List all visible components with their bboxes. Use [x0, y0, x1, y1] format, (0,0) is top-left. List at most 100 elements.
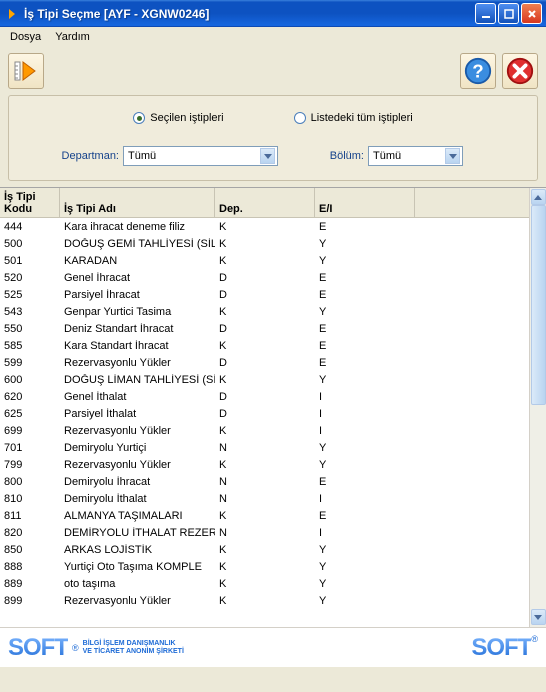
table-row[interactable]: 800Demiryolu İhracatNE — [0, 473, 529, 490]
table-row[interactable]: 888Yurtiçi Oto Taşıma KOMPLEKY — [0, 558, 529, 575]
table-row[interactable]: 699Rezervasyonlu YüklerKI — [0, 422, 529, 439]
cell-kod: 543 — [0, 306, 60, 318]
table-row[interactable]: 811ALMANYA TAŞIMALARIKE — [0, 507, 529, 524]
table-row[interactable]: 525Parsiyel İhracatDE — [0, 286, 529, 303]
table-row[interactable]: 850ARKAS LOJİSTİKKY — [0, 541, 529, 558]
department-value: Tümü — [128, 150, 156, 162]
table-row[interactable]: 701Demiryolu YurtiçiNY — [0, 439, 529, 456]
close-button[interactable] — [521, 3, 542, 24]
table-row[interactable]: 500DOĞUŞ GEMİ TAHLİYESİ (SİLMEKY — [0, 235, 529, 252]
table-row[interactable]: 585Kara Standart İhracatKE — [0, 337, 529, 354]
cell-ad: Kara Standart İhracat — [60, 340, 215, 352]
cell-ad: Rezervasyonlu Yükler — [60, 425, 215, 437]
ruler-tool-button[interactable] — [8, 53, 44, 89]
table-row[interactable]: 599Rezervasyonlu YüklerDE — [0, 354, 529, 371]
cell-dep: K — [215, 578, 315, 590]
maximize-button[interactable] — [498, 3, 519, 24]
cell-dep: N — [215, 527, 315, 539]
cell-dep: K — [215, 340, 315, 352]
table-row[interactable]: 501KARADANKY — [0, 252, 529, 269]
cell-ei: E — [315, 340, 415, 352]
scroll-up-icon[interactable] — [531, 189, 546, 205]
brand-logo: SOFT — [8, 634, 68, 662]
col-header-ei[interactable]: E/I — [315, 188, 415, 217]
cell-ei: I — [315, 391, 415, 403]
section-select[interactable]: Tümü — [368, 146, 463, 166]
col-header-kod[interactable]: İş Tipi Kodu — [0, 188, 60, 217]
table-row[interactable]: 889oto taşımaKY — [0, 575, 529, 592]
cell-ad: DOĞUŞ GEMİ TAHLİYESİ (SİLME — [60, 238, 215, 250]
options-panel: Seçilen iştipleri Listedeki tüm iştipler… — [8, 95, 538, 181]
cell-ei: E — [315, 221, 415, 233]
cell-kod: 585 — [0, 340, 60, 352]
radio-selected-label: Seçilen iştipleri — [150, 112, 223, 124]
col-header-dep[interactable]: Dep. — [215, 188, 315, 217]
cell-ad: Demiryolu İhracat — [60, 476, 215, 488]
cell-dep: K — [215, 255, 315, 267]
department-select[interactable]: Tümü — [123, 146, 278, 166]
scroll-down-icon[interactable] — [531, 609, 546, 625]
cell-kod: 701 — [0, 442, 60, 454]
radio-selected-icon — [133, 112, 145, 124]
window-title: İş Tipi Seçme [AYF - XGNW0246] — [24, 7, 475, 21]
brand-logo-right: SOFT — [471, 634, 531, 661]
cell-dep: D — [215, 289, 315, 301]
cell-kod: 820 — [0, 527, 60, 539]
svg-text:?: ? — [472, 61, 483, 82]
table-row[interactable]: 543Genpar Yurtici TasimaKY — [0, 303, 529, 320]
toolbar: ? — [8, 53, 538, 89]
cell-ad: Parsiyel İthalat — [60, 408, 215, 420]
radio-selected-types[interactable]: Seçilen iştipleri — [133, 112, 223, 124]
table-row[interactable]: 444Kara ihracat deneme filizKE — [0, 218, 529, 235]
section-label: Bölüm: — [330, 150, 364, 162]
minimize-button[interactable] — [475, 3, 496, 24]
menu-file[interactable]: Dosya — [10, 31, 41, 43]
table-row[interactable]: 899Rezervasyonlu YüklerKY — [0, 592, 529, 609]
cell-ad: DEMİRYOLU İTHALAT REZERVA — [60, 527, 215, 539]
table-row[interactable]: 600DOĞUŞ LİMAN TAHLİYESİ (SİLMKY — [0, 371, 529, 388]
cell-ad: Deniz Standart İhracat — [60, 323, 215, 335]
table-row[interactable]: 625Parsiyel İthalatDI — [0, 405, 529, 422]
cell-ei: E — [315, 289, 415, 301]
cell-ad: DOĞUŞ LİMAN TAHLİYESİ (SİLM — [60, 374, 215, 386]
cell-ad: ALMANYA TAŞIMALARI — [60, 510, 215, 522]
cell-dep: K — [215, 425, 315, 437]
cell-ad: oto taşıma — [60, 578, 215, 590]
table-row[interactable]: 799Rezervasyonlu YüklerKY — [0, 456, 529, 473]
table-row[interactable]: 620Genel İthalatDI — [0, 388, 529, 405]
footer: SOFT® BİLGİ İŞLEM DANIŞMANLIK VE TİCARET… — [0, 627, 546, 667]
cell-kod: 599 — [0, 357, 60, 369]
cell-ad: Rezervasyonlu Yükler — [60, 357, 215, 369]
radio-all-types[interactable]: Listedeki tüm iştipleri — [294, 112, 413, 124]
cell-kod: 811 — [0, 510, 60, 522]
chevron-down-icon — [445, 148, 460, 164]
chevron-down-icon — [260, 148, 275, 164]
cell-ei: I — [315, 493, 415, 505]
section-value: Tümü — [373, 150, 401, 162]
cell-dep: D — [215, 323, 315, 335]
cell-ei: I — [315, 408, 415, 420]
col-header-ad[interactable]: İş Tipi Adı — [60, 188, 215, 217]
cell-kod: 699 — [0, 425, 60, 437]
cell-kod: 800 — [0, 476, 60, 488]
cell-dep: N — [215, 493, 315, 505]
table-row[interactable]: 550Deniz Standart İhracatDE — [0, 320, 529, 337]
data-table: İş Tipi Kodu İş Tipi Adı Dep. E/I 444Kar… — [0, 187, 546, 627]
cell-ei: Y — [315, 578, 415, 590]
cell-kod: 525 — [0, 289, 60, 301]
cancel-button[interactable] — [502, 53, 538, 89]
menu-help[interactable]: Yardım — [55, 31, 90, 43]
cell-dep: D — [215, 272, 315, 284]
table-row[interactable]: 820DEMİRYOLU İTHALAT REZERVANI — [0, 524, 529, 541]
help-button[interactable]: ? — [460, 53, 496, 89]
cell-kod: 500 — [0, 238, 60, 250]
cell-ei: E — [315, 476, 415, 488]
table-row[interactable]: 520Genel İhracatDE — [0, 269, 529, 286]
cell-kod: 520 — [0, 272, 60, 284]
vertical-scrollbar[interactable] — [529, 188, 546, 627]
cell-ad: KARADAN — [60, 255, 215, 267]
scroll-thumb[interactable] — [531, 205, 546, 405]
cell-kod: 501 — [0, 255, 60, 267]
table-row[interactable]: 810Demiryolu İthalatNI — [0, 490, 529, 507]
cell-ei: E — [315, 357, 415, 369]
